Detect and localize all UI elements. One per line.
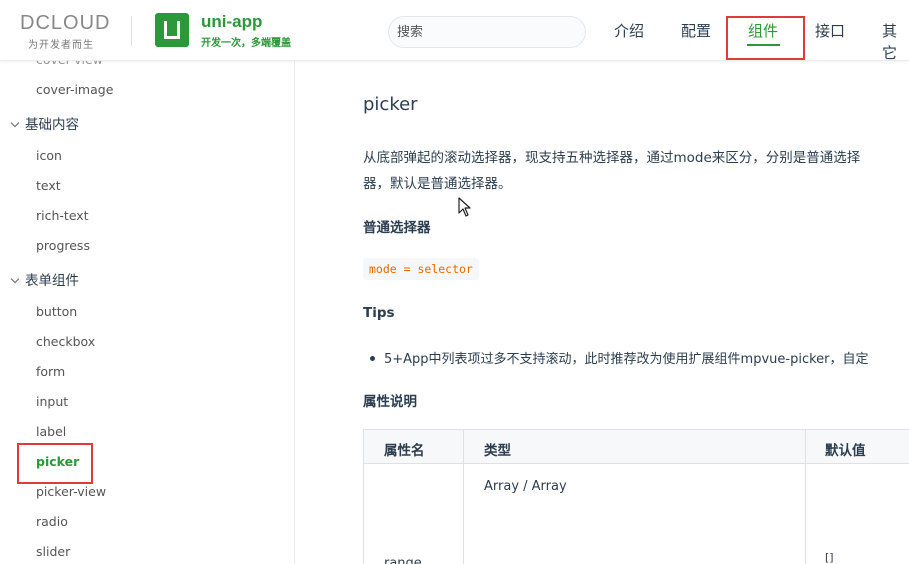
sidebar-item-picker-view[interactable]: picker-view: [36, 484, 106, 500]
nav-other[interactable]: 其它: [882, 20, 909, 64]
tip-text: 5+App中列表项过多不支持滚动，此时推荐改为使用扩展组件mpvue-picke…: [384, 352, 869, 367]
table-header-name: 属性名: [384, 443, 425, 459]
description: 从底部弹起的滚动选择器，现支持五种选择器，通过mode来区分，分别是普通选择 器…: [363, 145, 909, 197]
nav-api[interactable]: 接口: [815, 20, 845, 42]
sidebar-item-button[interactable]: button: [36, 304, 77, 320]
table-header-row: 属性名 类型 默认值: [364, 430, 909, 464]
sidebar-item-label[interactable]: label: [36, 424, 66, 440]
sidebar-item-progress[interactable]: progress: [36, 238, 90, 254]
nav-config[interactable]: 配置: [681, 20, 711, 42]
table-col-divider: [805, 430, 806, 564]
sidebar-item-icon[interactable]: icon: [36, 148, 62, 164]
bullet-icon: [370, 356, 375, 361]
props-table: 属性名 类型 默认值 Array / Array range []: [363, 429, 909, 564]
props-heading: 属性说明: [363, 394, 417, 410]
sidebar-item-text[interactable]: text: [36, 178, 61, 194]
section-normal-picker: 普通选择器: [363, 220, 431, 236]
sidebar-item-form[interactable]: form: [36, 364, 65, 380]
sidebar-item-input[interactable]: input: [36, 394, 68, 410]
table-cell-name: range: [384, 556, 422, 564]
sidebar-item-cover-view[interactable]: cover-view: [36, 61, 103, 68]
uni-app-subtitle: 开发一次，多端覆盖: [201, 38, 291, 49]
tip-item: 5+App中列表项过多不支持滚动，此时推荐改为使用扩展组件mpvue-picke…: [370, 348, 909, 367]
sidebar-item-slider[interactable]: slider: [36, 544, 70, 560]
table-col-divider: [463, 430, 464, 564]
top-header: DCLOUD 为开发者而生 uni-app 开发一次，多端覆盖 介绍 配置 组件…: [0, 0, 909, 64]
main-content: picker 从底部弹起的滚动选择器，现支持五种选择器，通过mode来区分，分别…: [296, 61, 909, 564]
sidebar-item-cover-image[interactable]: cover-image: [36, 82, 113, 98]
dcloud-logo[interactable]: DCLOUD 为开发者而生: [20, 12, 120, 51]
sidebar-group-label: 基础内容: [25, 117, 79, 133]
uni-app-title[interactable]: uni-app: [201, 12, 262, 32]
page-title: picker: [363, 94, 418, 115]
dcloud-tagline: 为开发者而生: [28, 40, 94, 51]
table-header-type: 类型: [484, 443, 511, 459]
sidebar-item-checkbox[interactable]: checkbox: [36, 334, 95, 350]
table-cell-type: Array / Array: [484, 479, 567, 494]
nav-intro[interactable]: 介绍: [614, 20, 644, 42]
search-input[interactable]: [388, 16, 586, 48]
dcloud-logo-word: DCLOUD: [20, 12, 111, 34]
table-header-default: 默认值: [825, 443, 866, 459]
sidebar-item-rich-text[interactable]: rich-text: [36, 208, 89, 224]
chevron-down-icon: [10, 118, 20, 128]
uni-app-logo-icon[interactable]: [155, 13, 189, 47]
sidebar: cover-view cover-image 基础内容 icon text ri…: [0, 61, 295, 564]
sidebar-group-label: 表单组件: [25, 273, 79, 289]
sidebar-item-radio[interactable]: radio: [36, 514, 68, 530]
tips-heading: Tips: [363, 305, 395, 321]
mouse-cursor-icon: [458, 197, 471, 217]
highlight-box-sidebar: [17, 443, 93, 484]
header-divider: [131, 16, 132, 46]
sidebar-group-basic[interactable]: 基础内容: [10, 116, 79, 134]
description-line-1: 从底部弹起的滚动选择器，现支持五种选择器，通过mode来区分，分别是普通选择: [363, 150, 861, 166]
table-cell-default: []: [825, 551, 834, 564]
chevron-down-icon: [10, 274, 20, 284]
highlight-box-nav: [726, 16, 805, 60]
description-line-2: 器，默认是普通选择器。: [363, 176, 512, 192]
code-mode-selector: mode = selector: [363, 258, 479, 280]
sidebar-group-form[interactable]: 表单组件: [10, 272, 79, 290]
